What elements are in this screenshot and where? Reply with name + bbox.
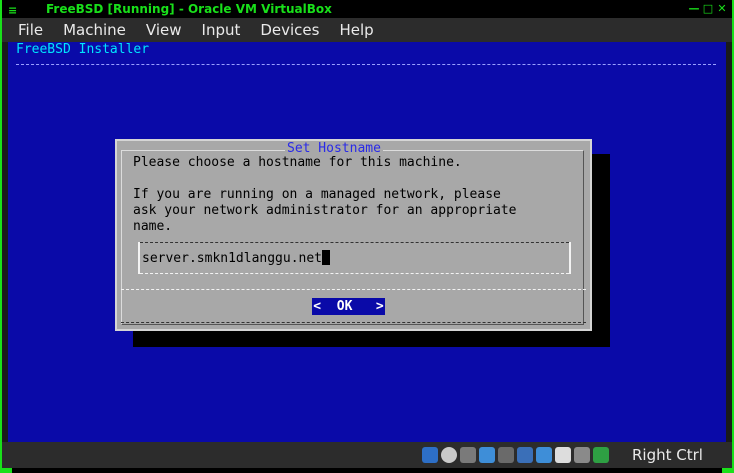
ok-label: OK bbox=[336, 299, 353, 314]
installer-title: FreeBSD Installer bbox=[16, 42, 150, 57]
mouse-integration-icon[interactable] bbox=[574, 447, 590, 463]
info-line: If you are running on a managed network,… bbox=[133, 187, 501, 202]
window-bottom-edge bbox=[0, 468, 734, 473]
prompt-line: Please choose a hostname for this machin… bbox=[133, 155, 462, 170]
menu-bar: File Machine View Input Devices Help bbox=[2, 18, 732, 42]
ok-right-bracket: > bbox=[375, 299, 384, 314]
menu-input[interactable]: Input bbox=[192, 18, 251, 42]
host-key-label[interactable]: Right Ctrl bbox=[632, 442, 703, 468]
shared-folders-icon[interactable] bbox=[498, 447, 514, 463]
dialog-bottom-border bbox=[121, 322, 586, 323]
hard-disk-icon[interactable] bbox=[422, 447, 438, 463]
title-divider bbox=[16, 64, 716, 65]
set-hostname-dialog: Set Hostname Please choose a hostname fo… bbox=[115, 139, 592, 331]
cpu-icon[interactable] bbox=[593, 447, 609, 463]
info-line: name. bbox=[133, 219, 173, 234]
text-cursor bbox=[322, 250, 331, 265]
status-bar: Right Ctrl bbox=[2, 442, 732, 468]
minimize-icon[interactable]: — bbox=[688, 0, 700, 18]
menu-machine[interactable]: Machine bbox=[53, 18, 136, 42]
input-bottom-border bbox=[140, 273, 569, 274]
maximize-icon[interactable]: □ bbox=[702, 0, 714, 18]
title-bar[interactable]: ≡ FreeBSD [Running] - Oracle VM VirtualB… bbox=[2, 0, 732, 18]
network-icon[interactable] bbox=[536, 447, 552, 463]
hostname-input[interactable]: server.smkn1dlanggu.net bbox=[138, 242, 571, 274]
display-icon[interactable] bbox=[517, 447, 533, 463]
ok-button[interactable]: < OK > bbox=[312, 298, 385, 315]
window-title: FreeBSD [Running] - Oracle VM VirtualBox bbox=[46, 2, 332, 16]
info-line: ask your network administrator for an ap… bbox=[133, 203, 517, 218]
button-separator bbox=[121, 289, 586, 290]
usb-icon[interactable] bbox=[479, 447, 495, 463]
optical-drive-icon[interactable] bbox=[441, 447, 457, 463]
recording-icon[interactable] bbox=[555, 447, 571, 463]
close-icon[interactable]: ✕ bbox=[716, 0, 728, 18]
menu-file[interactable]: File bbox=[2, 18, 53, 42]
ok-left-bracket: < bbox=[313, 299, 322, 314]
audio-icon[interactable] bbox=[460, 447, 476, 463]
menu-view[interactable]: View bbox=[136, 18, 192, 42]
menu-help[interactable]: Help bbox=[329, 18, 383, 42]
hostname-value: server.smkn1dlanggu.net bbox=[142, 251, 323, 266]
menu-devices[interactable]: Devices bbox=[250, 18, 329, 42]
vm-screen[interactable]: FreeBSD Installer Set Hostname Please ch… bbox=[8, 42, 726, 442]
input-top-border bbox=[140, 242, 569, 243]
